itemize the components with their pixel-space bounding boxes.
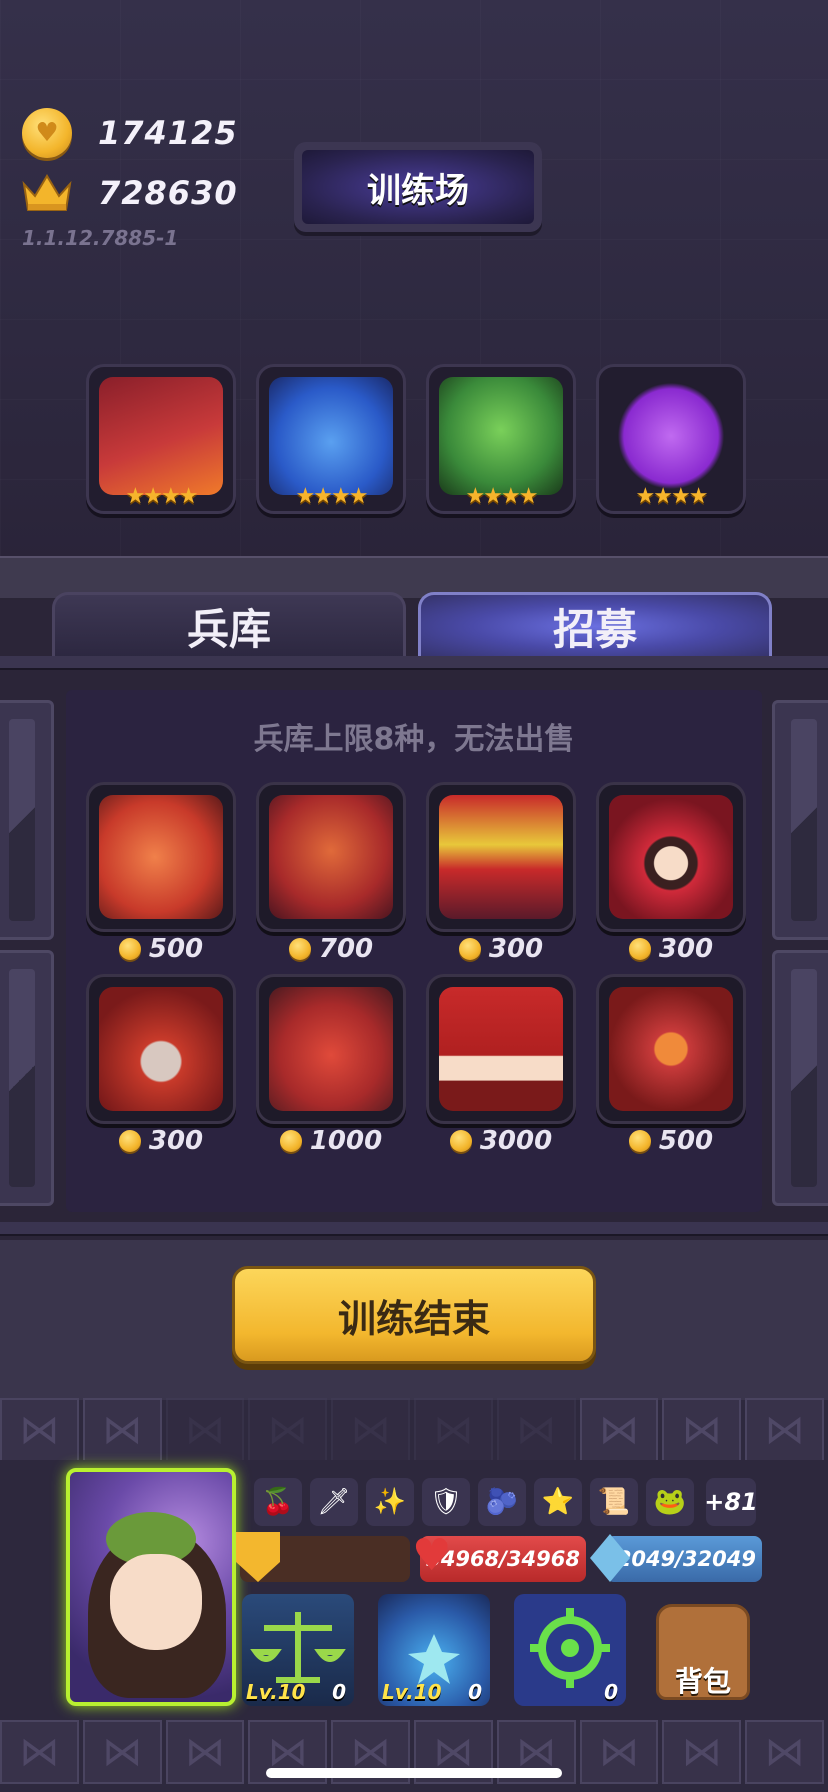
ogre-unit-icon [269,987,393,1111]
unit-card-8[interactable] [596,974,746,1124]
title-plate: 训练场 [294,142,542,232]
tab-divider [0,656,828,670]
unit-price: 700 [256,934,406,964]
skill-target[interactable]: 0 [514,1594,626,1706]
backpack-label: 背包 [674,1665,731,1698]
item-slot-4[interactable]: 🛡 [422,1478,470,1526]
coin-icon [118,938,141,960]
coin-counter: ♥ 174125 [22,108,238,158]
tab-armory[interactable]: 兵库 [52,592,406,658]
coin-icon [449,1130,472,1152]
unit-price: 3000 [426,1126,576,1156]
dragon-unit-icon [609,987,733,1111]
item-slot-7[interactable]: 📜 [590,1478,638,1526]
avatar [110,1554,202,1650]
home-indicator[interactable] [266,1768,562,1778]
coin-icon: ♥ [22,108,72,158]
hero-slot-1[interactable]: ★★★★ [86,364,236,514]
left-pillar [0,950,54,1206]
hero-stars: ★★★★ [295,484,369,509]
skill-level: Lv.10 [246,1680,306,1704]
viking-helm-unit-icon [99,987,223,1111]
skill-count: 0 [468,1680,482,1704]
unit-card-4[interactable] [596,782,746,932]
hero-slot-3[interactable]: ★★★★ [426,364,576,514]
hero-stars: ★★★★ [125,484,199,509]
item-slot-6[interactable]: ⭐ [534,1478,582,1526]
unit-card-5[interactable] [86,974,236,1124]
crown-amount: 728630 [98,174,238,212]
unit-card-1[interactable] [86,782,236,932]
skill-level: Lv.10 [382,1680,442,1704]
skill-scales[interactable]: Lv.10 0 [242,1594,354,1706]
unit-card-2[interactable] [256,782,406,932]
crown-counter: 728630 [22,172,238,214]
samurai-unit-icon [439,795,563,919]
unit-card-7[interactable] [426,974,576,1124]
page-title: 训练场 [302,150,534,224]
hero-slot-4[interactable]: ★★★★ [596,364,746,514]
right-pillar [772,950,828,1206]
panel-rail [0,1222,828,1236]
coin-amount: 174125 [98,114,238,152]
skill-count: 0 [332,1680,346,1704]
coin-icon [288,938,311,960]
more-items-button[interactable]: +81 [704,1478,758,1526]
unit-price: 500 [596,1126,746,1156]
coin-icon [458,938,481,960]
horned-helm-unit-icon [269,795,393,919]
deco-row-top [0,1398,828,1468]
hero-stars: ★★★★ [465,484,539,509]
heart-icon: ♥ [412,1530,452,1581]
hero-stars: ★★★★ [635,484,709,509]
skill-count: 0 [604,1680,618,1704]
blue-beast-icon [269,377,393,495]
end-training-button[interactable]: 训练结束 [232,1266,596,1364]
version-label: 1.1.12.7885-1 [22,226,179,250]
backpack-button[interactable]: 背包 [648,1590,758,1706]
shield-unit-icon [99,795,223,919]
flower-girl-unit-icon [609,795,733,919]
unit-price: 300 [596,934,746,964]
priest-unit-icon [439,987,563,1111]
unit-card-3[interactable] [426,782,576,932]
item-slot-5[interactable]: 🫐 [478,1478,526,1526]
deco-row-bottom [0,1720,828,1790]
purple-orb-icon [609,377,733,495]
red-demon-icon [99,377,223,495]
mp-bar: 32049/32049 [602,1536,762,1582]
item-slot-1[interactable]: 🍒 [254,1478,302,1526]
unit-price: 1000 [256,1126,406,1156]
tab-recruit[interactable]: 招募 [418,592,772,658]
unit-price: 300 [86,1126,236,1156]
item-slot-2[interactable]: 🗡 [310,1478,358,1526]
coin-icon [279,1130,302,1152]
right-pillar [772,700,828,940]
coin-icon [118,1130,141,1152]
unit-price: 300 [426,934,576,964]
unit-price: 500 [86,934,236,964]
player-portrait[interactable] [66,1468,236,1706]
skill-spikes[interactable]: Lv.10 0 [378,1594,490,1706]
left-pillar [0,700,54,940]
armory-limit-note: 兵库上限8种，无法出售 [253,722,575,757]
item-slot-3[interactable]: ✨ [366,1478,414,1526]
green-knight-icon [439,377,563,495]
unit-card-6[interactable] [256,974,406,1124]
coin-icon [628,1130,651,1152]
hero-slot-2[interactable]: ★★★★ [256,364,406,514]
item-slot-8[interactable]: 🐸 [646,1478,694,1526]
coin-icon [628,938,651,960]
crown-icon [22,172,72,214]
